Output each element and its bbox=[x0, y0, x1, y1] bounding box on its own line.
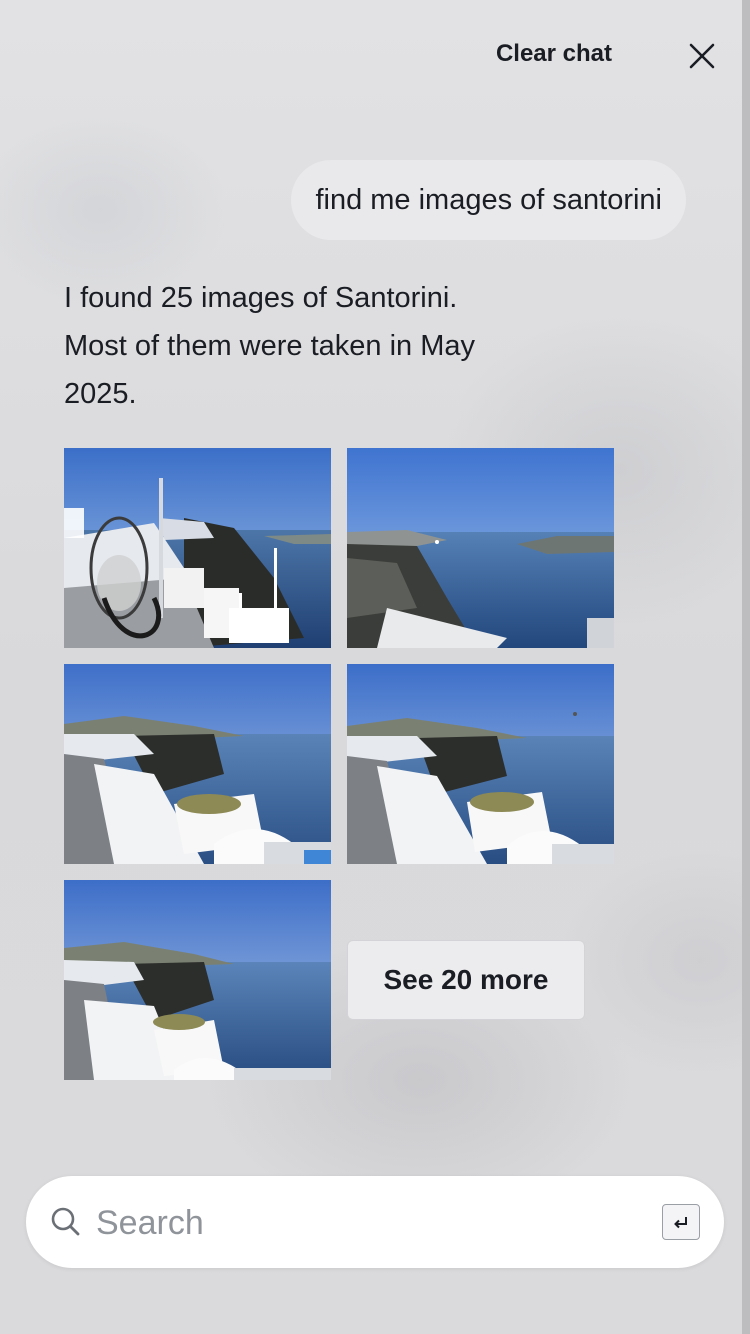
photo-thumbnail-2[interactable] bbox=[347, 448, 614, 648]
enter-button[interactable] bbox=[662, 1204, 700, 1240]
assistant-message-line: Most of them were taken in May bbox=[64, 330, 475, 362]
photo-thumbnail-5[interactable] bbox=[64, 880, 331, 1080]
photo-thumbnail-1[interactable] bbox=[64, 448, 331, 648]
search-bar[interactable] bbox=[26, 1176, 724, 1268]
user-message-text: find me images of santorini bbox=[315, 183, 662, 216]
photo-thumbnail-3[interactable] bbox=[64, 664, 331, 864]
see-more-button[interactable]: See 20 more bbox=[347, 940, 585, 1020]
assistant-message-line: I found 25 images of Santorini. bbox=[64, 282, 458, 314]
close-icon bbox=[689, 43, 715, 69]
photo-thumbnail-4[interactable] bbox=[347, 664, 614, 864]
enter-key-icon bbox=[674, 1217, 687, 1229]
chat-header: Clear chat bbox=[0, 32, 750, 82]
photo-image bbox=[347, 448, 614, 648]
scrollbar[interactable] bbox=[742, 0, 750, 1334]
assistant-message: I found 25 images of Santorini. Most of … bbox=[64, 274, 544, 418]
search-input[interactable] bbox=[94, 1194, 638, 1252]
clear-chat-button[interactable]: Clear chat bbox=[496, 40, 612, 68]
close-button[interactable] bbox=[688, 42, 716, 70]
photo-image bbox=[64, 664, 331, 864]
user-message-bubble: find me images of santorini bbox=[291, 160, 686, 240]
assistant-message-line: 2025. bbox=[64, 378, 137, 410]
photo-image bbox=[64, 880, 331, 1080]
photo-image bbox=[64, 448, 331, 648]
photo-image bbox=[347, 664, 614, 864]
search-icon bbox=[51, 1207, 80, 1236]
